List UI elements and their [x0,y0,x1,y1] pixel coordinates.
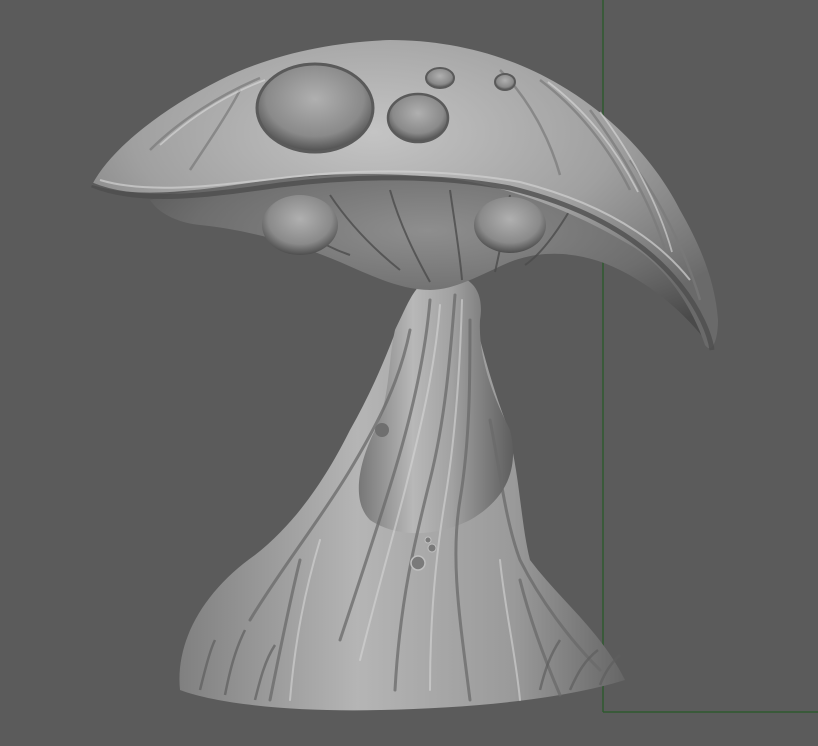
cap-underside-bulge [262,195,338,255]
stem-bump [427,543,437,553]
cap-dent-large [255,62,375,154]
cap-dent-small [386,92,450,144]
sculpt-viewport[interactable] [0,0,818,746]
cap-dent-tiny [494,73,516,91]
stem-bump [424,536,432,544]
cap-dent-tiny [425,67,455,89]
stem-bump [410,555,426,571]
stem-bump [375,423,389,437]
mushroom-model[interactable] [91,40,718,711]
viewport-canvas[interactable] [0,0,818,746]
cap-underside-bulge [474,197,546,253]
